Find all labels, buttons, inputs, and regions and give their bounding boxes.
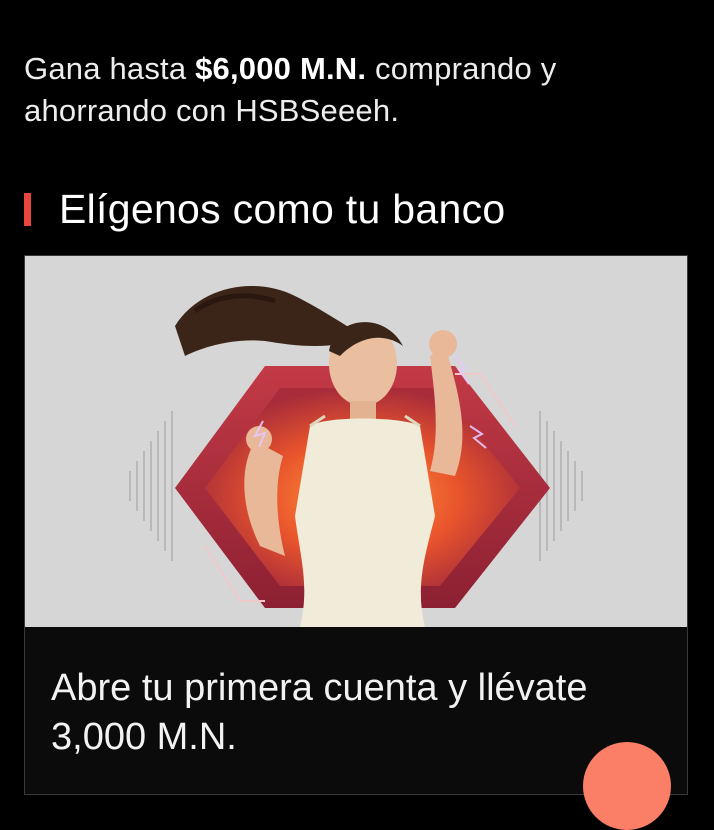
section-accent-bar [24, 192, 31, 226]
promo-text: Gana hasta $6,000 M.N. comprando y ahorr… [24, 48, 684, 132]
promo-card-headline: Abre tu primera cuenta y llévate 3,000 M… [51, 667, 588, 758]
promo-card-image[interactable] [25, 256, 687, 627]
promo-prefix: Gana hasta [24, 51, 196, 86]
promo-card[interactable]: Abre tu primera cuenta y llévate 3,000 M… [24, 255, 688, 795]
promo-amount: $6,000 M.N. [195, 51, 367, 86]
floating-action-button[interactable] [583, 742, 671, 830]
section-title: Elígenos como tu banco [59, 185, 506, 232]
banner-illustration [25, 256, 687, 627]
section-header: Elígenos como tu banco [24, 184, 506, 234]
